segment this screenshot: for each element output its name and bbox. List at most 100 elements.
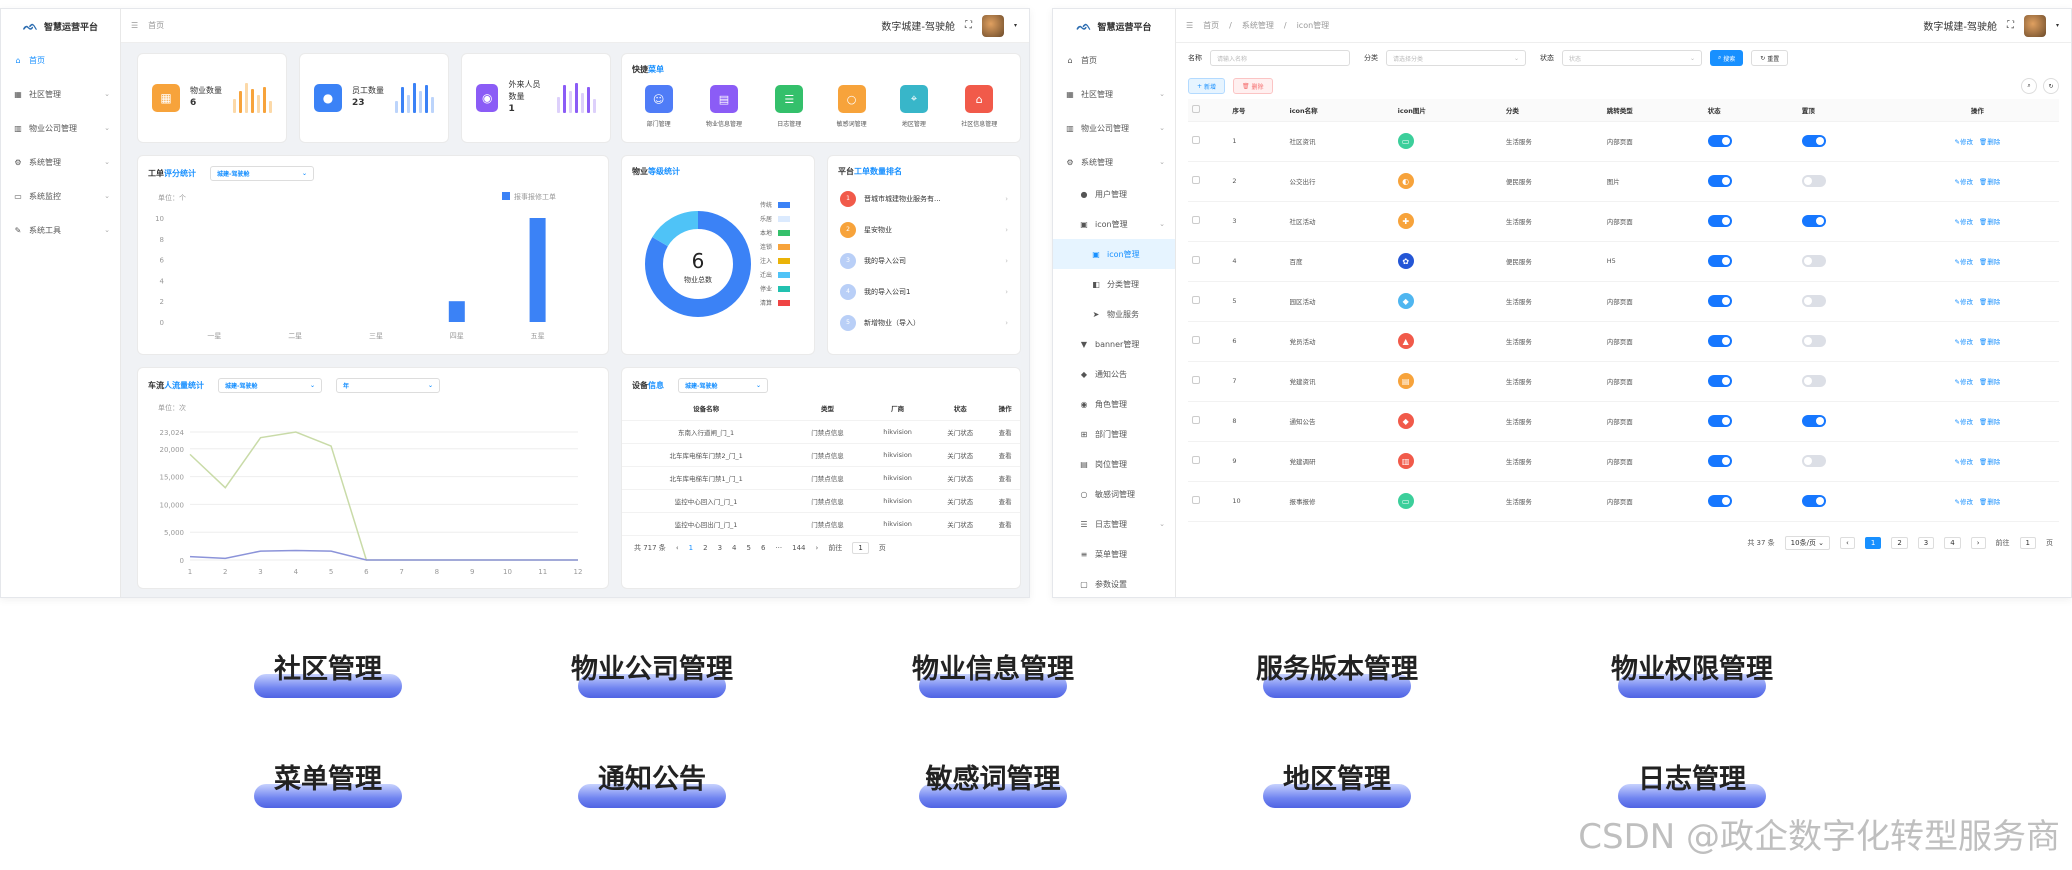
ranking-item[interactable]: 3 我的导入公司 › — [828, 245, 1020, 276]
legend-item[interactable]: 停业 — [760, 284, 791, 293]
menu-fold-icon[interactable]: ☰ — [131, 21, 138, 30]
name-input[interactable]: 请输入名称 — [1210, 50, 1350, 66]
pager-prev-icon[interactable]: ‹ — [676, 544, 679, 552]
checkbox[interactable] — [1192, 296, 1200, 304]
menu-fold-icon[interactable]: ☰ — [1186, 21, 1193, 30]
pager-page[interactable]: 4 — [732, 544, 736, 552]
sidebar-item-15[interactable]: ☰ 日志管理 ⌄ — [1053, 509, 1175, 539]
bar[interactable] — [529, 218, 546, 322]
checkbox[interactable] — [1192, 176, 1200, 184]
view-link[interactable]: 查看 — [990, 466, 1020, 490]
quick-item[interactable]: ☺ 部门管理 — [644, 85, 673, 128]
top-switch[interactable] — [1801, 495, 1826, 507]
checkbox[interactable] — [1192, 136, 1200, 144]
checkbox[interactable] — [1192, 376, 1200, 384]
row-checkbox-cell[interactable] — [1188, 441, 1229, 482]
pager-page[interactable]: 144 — [792, 544, 805, 552]
status-switch[interactable] — [1707, 335, 1732, 347]
quick-item[interactable]: ⌂ 社区信息管理 — [961, 85, 997, 128]
sidebar-item-2[interactable]: ▥ 物业公司管理 ⌄ — [1, 111, 120, 145]
add-button[interactable]: + 新增 — [1188, 78, 1225, 94]
caret-down-icon[interactable]: ▾ — [1014, 22, 1017, 29]
pager-page[interactable]: 2 — [1891, 536, 1908, 549]
view-link[interactable]: 查看 — [990, 489, 1020, 513]
delete-link[interactable]: 🗑删除 — [1979, 378, 2000, 386]
sidebar-item-14[interactable]: ○ 敏感词管理 — [1053, 479, 1175, 509]
quick-item[interactable]: ☰ 日志管理 — [775, 85, 804, 128]
search-button[interactable]: ⌕ 搜索 — [1710, 50, 1744, 66]
delete-link[interactable]: 🗑删除 — [1979, 458, 2000, 466]
fullscreen-icon[interactable]: ⛶ — [965, 20, 972, 31]
sidebar-item-10[interactable]: ◆ 通知公告 — [1053, 359, 1175, 389]
row-checkbox-cell[interactable] — [1188, 121, 1229, 162]
breadcrumb-item[interactable]: 首页 — [1203, 20, 1219, 31]
row-checkbox-cell[interactable] — [1188, 241, 1229, 282]
pager-page[interactable]: 3 — [1917, 536, 1935, 549]
bar[interactable] — [448, 301, 465, 322]
legend-item[interactable]: 连锁 — [760, 242, 791, 251]
delete-link[interactable]: 🗑删除 — [1979, 178, 2000, 186]
top-switch[interactable] — [1801, 255, 1826, 267]
delete-link[interactable]: 🗑删除 — [1979, 418, 2000, 426]
ranking-item[interactable]: 5 新增物业（导入） › — [828, 307, 1020, 338]
edit-link[interactable]: ✎修改 — [1955, 258, 1973, 266]
status-switch[interactable] — [1707, 495, 1732, 507]
pager-page[interactable]: 1 — [1864, 536, 1882, 549]
checkbox[interactable] — [1192, 416, 1200, 424]
checkbox[interactable] — [1192, 456, 1200, 464]
quick-item[interactable]: ○ 敏感词管理 — [837, 85, 867, 128]
sidebar-item-4[interactable]: ▭ 系统监控 ⌄ — [1, 179, 120, 213]
ranking-item[interactable]: 1 晋城市城建物业服务有... › — [828, 183, 1020, 214]
toggle-search-icon[interactable]: ⌕ — [2021, 78, 2037, 94]
legend-item[interactable]: 本地 — [760, 228, 791, 237]
app-logo[interactable]: ᨒ 智慧运营平台 — [1053, 9, 1175, 43]
select-all-checkbox[interactable] — [1188, 99, 1229, 122]
top-switch[interactable] — [1801, 295, 1826, 307]
pager-goto-input[interactable]: 1 — [2019, 536, 2036, 549]
edit-link[interactable]: ✎修改 — [1955, 218, 1973, 226]
row-checkbox-cell[interactable] — [1188, 161, 1229, 202]
top-switch[interactable] — [1801, 135, 1826, 147]
status-switch[interactable] — [1707, 415, 1732, 427]
quick-item[interactable]: ▤ 物业信息管理 — [706, 85, 742, 128]
pager-page[interactable]: 4 — [1944, 536, 1961, 549]
sidebar-item-1[interactable]: ▦ 社区管理 ⌄ — [1, 77, 120, 111]
pager-goto-input[interactable]: 1 — [852, 541, 869, 554]
legend-item[interactable]: 注入 — [760, 256, 791, 265]
checkbox[interactable] — [1192, 216, 1200, 224]
device-community-select[interactable]: 城建-驾驶舱 ⌄ — [678, 378, 768, 393]
fullscreen-icon[interactable]: ⛶ — [2007, 20, 2014, 31]
legend-label[interactable]: 报事报修工单 — [514, 192, 556, 201]
edit-link[interactable]: ✎修改 — [1955, 418, 1973, 426]
sidebar-item-13[interactable]: ▤ 岗位管理 — [1053, 449, 1175, 479]
pager-next-icon[interactable]: › — [1970, 536, 1986, 549]
checkbox[interactable] — [1192, 336, 1200, 344]
page-size-select[interactable]: 10条/页 ⌄ — [1784, 535, 1831, 550]
delete-link[interactable]: 🗑删除 — [1979, 498, 2000, 506]
traffic-community-select[interactable]: 城建-驾驶舱 ⌄ — [218, 378, 322, 393]
sidebar-item-6[interactable]: ▣ icon管理 — [1053, 239, 1175, 269]
sidebar-item-3[interactable]: ⚙ 系统管理 ⌄ — [1053, 145, 1175, 179]
pager-page[interactable]: 6 — [761, 544, 765, 552]
ranking-item[interactable]: 2 星安物业 › — [828, 214, 1020, 245]
edit-link[interactable]: ✎修改 — [1955, 378, 1973, 386]
delete-link[interactable]: 🗑删除 — [1979, 298, 2000, 306]
status-switch[interactable] — [1707, 135, 1732, 147]
view-link[interactable]: 查看 — [990, 443, 1020, 467]
sidebar-item-1[interactable]: ▦ 社区管理 ⌄ — [1053, 77, 1175, 111]
status-switch[interactable] — [1707, 215, 1732, 227]
legend-item[interactable]: 乐居 — [760, 214, 791, 223]
ranking-item[interactable]: 4 我的导入公司1 › — [828, 276, 1020, 307]
edit-link[interactable]: ✎修改 — [1955, 338, 1973, 346]
delete-link[interactable]: 🗑删除 — [1979, 338, 2000, 346]
status-switch[interactable] — [1707, 255, 1732, 267]
status-switch[interactable] — [1707, 295, 1732, 307]
sidebar-item-17[interactable]: ▢ 参数设置 — [1053, 569, 1175, 597]
pager-page[interactable]: 5 — [747, 544, 751, 552]
view-link[interactable]: 查看 — [990, 420, 1020, 444]
sidebar-item-5[interactable]: ✎ 系统工具 ⌄ — [1, 213, 120, 247]
series-line[interactable] — [189, 549, 578, 561]
row-checkbox-cell[interactable] — [1188, 401, 1229, 442]
sidebar-item-4[interactable]: ● 用户管理 — [1053, 179, 1175, 209]
edit-link[interactable]: ✎修改 — [1955, 498, 1973, 506]
